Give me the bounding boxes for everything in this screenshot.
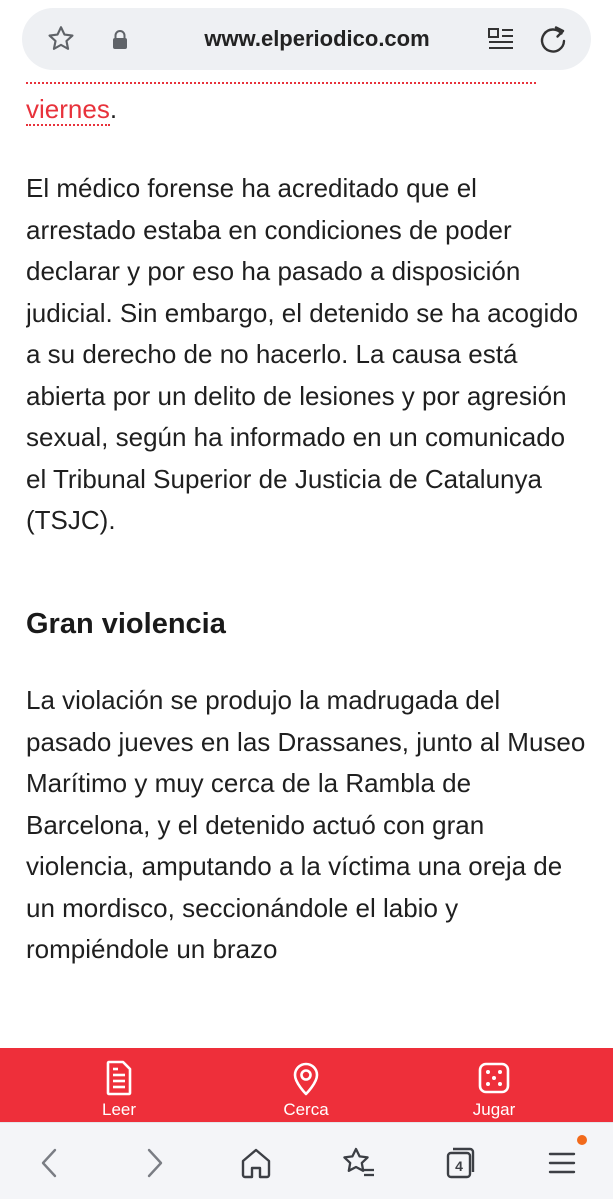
dice-icon: [478, 1062, 510, 1094]
url-bar[interactable]: www.elperiodico.com: [22, 8, 591, 70]
site-bottom-nav: Leer Cerca Jugar: [0, 1048, 613, 1122]
reader-mode-icon[interactable]: [488, 27, 514, 51]
reload-icon[interactable]: [537, 23, 569, 55]
home-button[interactable]: [236, 1143, 276, 1183]
url-text[interactable]: www.elperiodico.com: [172, 8, 462, 70]
menu-button[interactable]: [542, 1143, 582, 1183]
article-paragraph: El médico forense ha acreditado que el a…: [26, 173, 579, 535]
tabs-button[interactable]: 4: [440, 1143, 480, 1183]
notification-dot: [577, 1135, 587, 1145]
lock-icon: [113, 30, 127, 49]
star-list-icon: [343, 1147, 374, 1177]
previous-link-underline: [26, 78, 536, 84]
article-body: viernes. El médico forense ha acreditado…: [26, 78, 591, 1048]
link-trail: .: [109, 94, 118, 124]
chevron-right-icon: [147, 1148, 163, 1178]
nav-item-cerca[interactable]: Cerca: [246, 1048, 366, 1122]
address-bar-area: www.elperiodico.com: [0, 0, 613, 78]
nav-label: Leer: [101, 1100, 137, 1119]
menu-icon: [548, 1152, 576, 1174]
home-icon: [241, 1148, 271, 1179]
nav-label: Jugar: [472, 1100, 516, 1119]
browser-toolbar: 4: [0, 1122, 613, 1199]
document-icon: [106, 1060, 132, 1096]
link-sentence-end: viernes.: [26, 92, 117, 126]
article-link[interactable]: viernes: [26, 94, 110, 126]
location-pin-icon: [293, 1062, 319, 1096]
tab-count: 4: [455, 1158, 463, 1174]
tabs-icon: 4: [446, 1147, 475, 1179]
chevron-left-icon: [41, 1148, 57, 1178]
nav-item-jugar[interactable]: Jugar: [434, 1048, 554, 1122]
bookmarks-button[interactable]: [338, 1143, 378, 1183]
article-paragraph: La violación se produjo la madrugada del…: [26, 685, 586, 964]
back-button[interactable]: [30, 1143, 70, 1183]
section-heading: Gran violencia: [26, 608, 226, 640]
star-icon[interactable]: [44, 23, 78, 55]
nav-item-leer[interactable]: Leer: [59, 1048, 179, 1122]
nav-label: Cerca: [283, 1100, 329, 1119]
forward-button[interactable]: [134, 1143, 174, 1183]
